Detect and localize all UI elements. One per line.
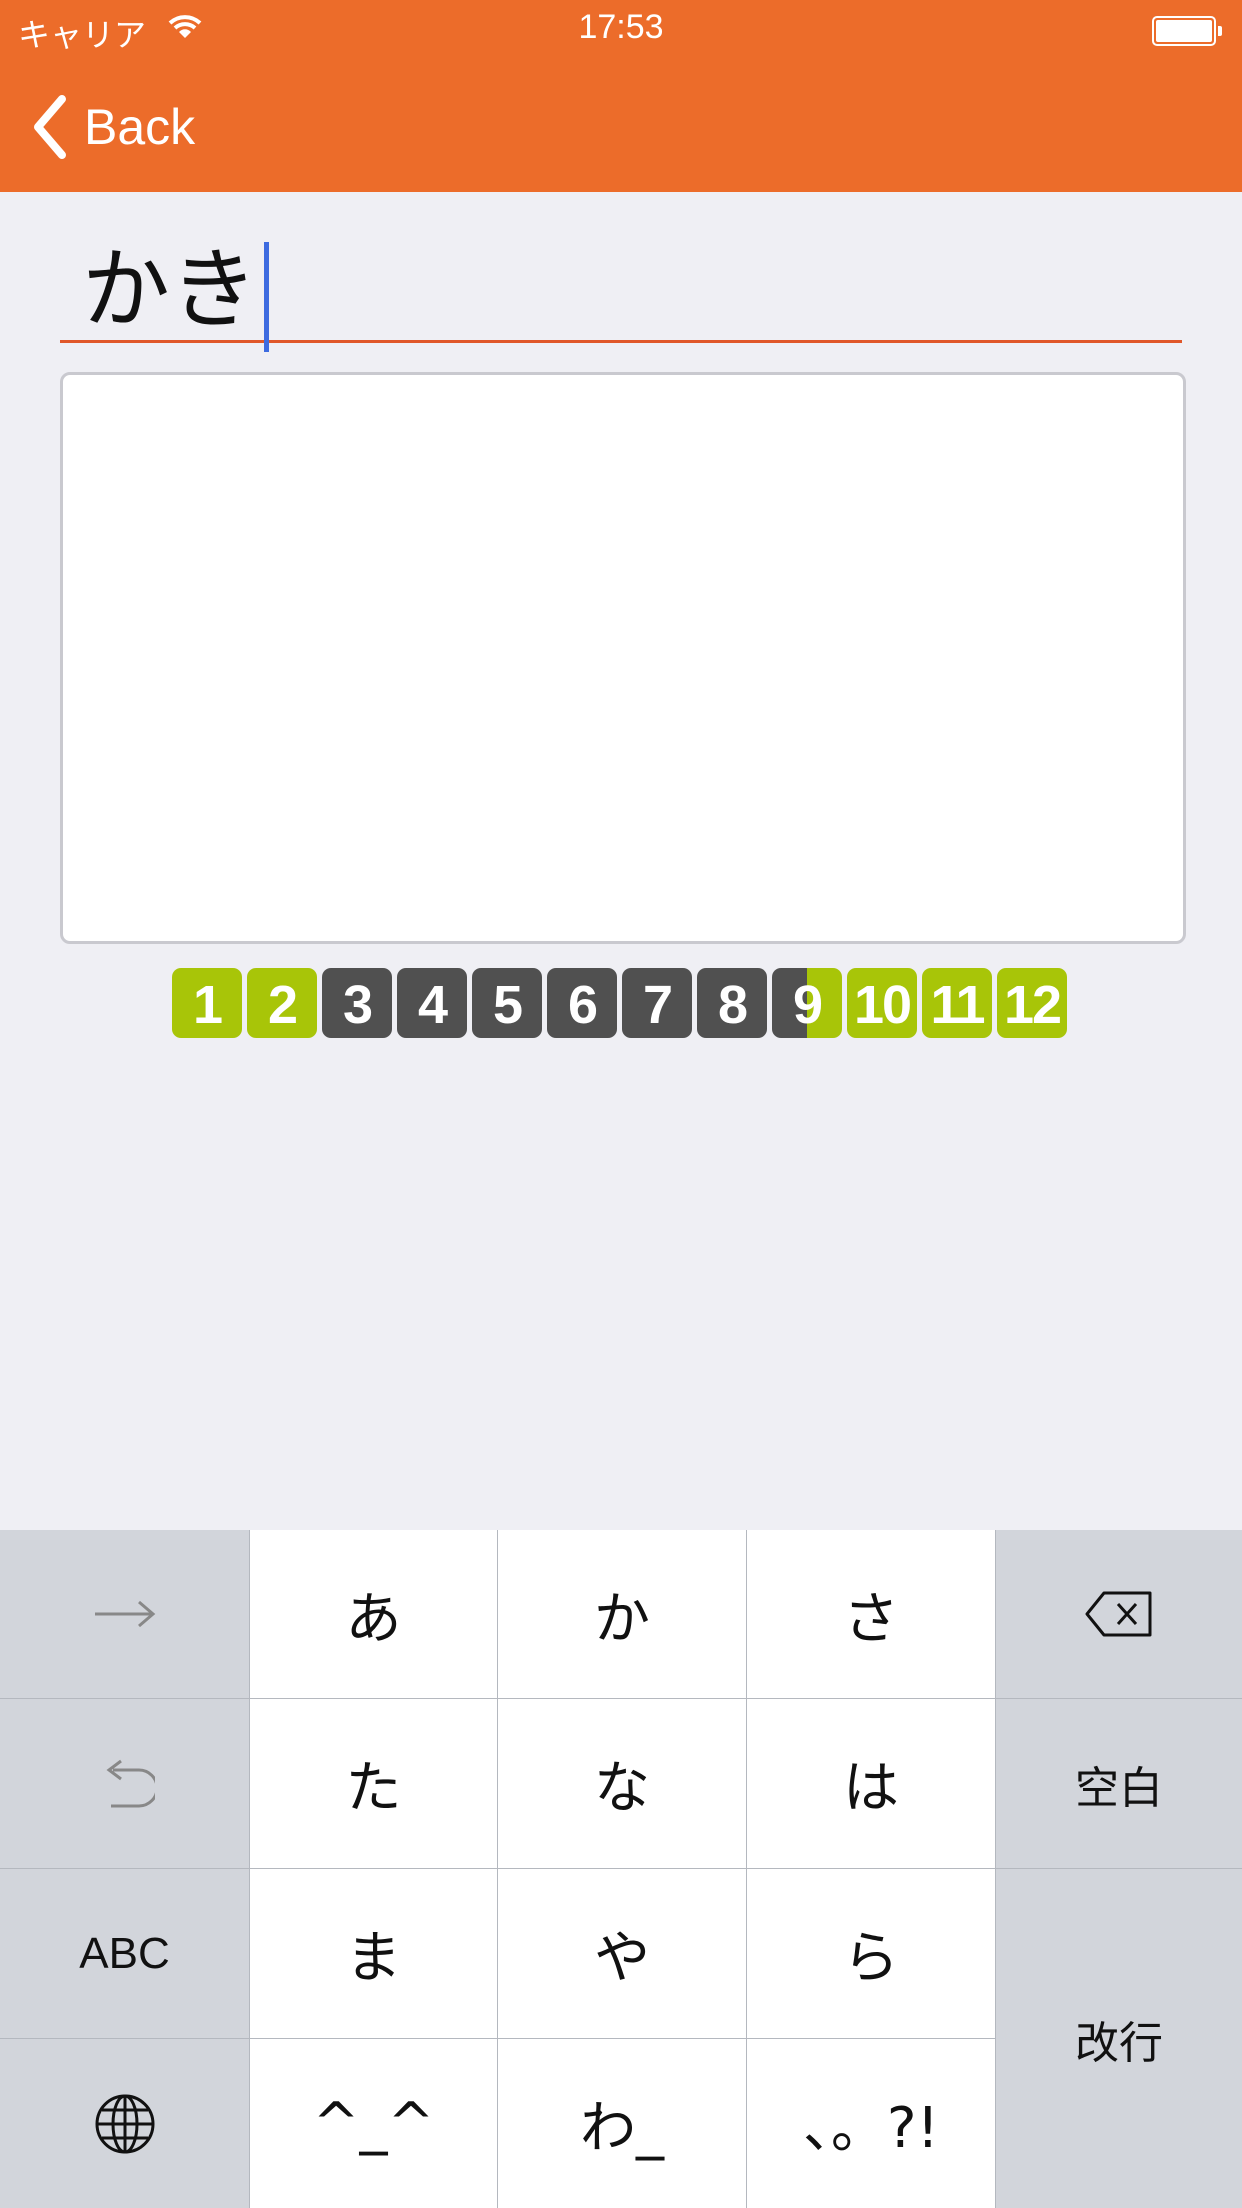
next-candidate-key[interactable] [0, 1530, 249, 1698]
undo-icon [106, 1759, 155, 1807]
progress-number-12: 12 [997, 968, 1067, 1038]
status-time: 17:53 [578, 8, 664, 46]
battery-icon [1152, 16, 1222, 46]
navigation-bar: キャリア 17:53 Back [0, 0, 1242, 192]
key-wa[interactable]: わ_ [498, 2039, 746, 2208]
answer-panel [60, 372, 1186, 944]
progress-number-8: 8 [697, 968, 767, 1038]
key-ta[interactable]: た [250, 1699, 497, 1868]
undo-key[interactable] [0, 1699, 249, 1868]
back-label: Back [84, 99, 196, 155]
key-ka[interactable]: か [498, 1530, 746, 1698]
abc-key[interactable]: ABC [0, 1869, 249, 2038]
key-emoticon[interactable]: ^_^ [250, 2039, 497, 2208]
progress-number-3: 3 [322, 968, 392, 1038]
progress-number-9: 9 [772, 968, 842, 1038]
arrow-right-icon [94, 1600, 155, 1628]
key-punctuation[interactable]: 、。?! [747, 2039, 995, 2208]
progress-number-10: 10 [847, 968, 917, 1038]
progress-number-5: 5 [472, 968, 542, 1038]
answer-input[interactable]: かき [60, 230, 1182, 352]
backspace-icon [1085, 1591, 1152, 1637]
progress-number-11: 11 [922, 968, 992, 1038]
key-a[interactable]: あ [250, 1530, 497, 1698]
text-caret [264, 242, 270, 352]
key-sa[interactable]: さ [747, 1530, 995, 1698]
key-ra[interactable]: ら [747, 1869, 995, 2038]
back-button[interactable]: Back [30, 92, 195, 162]
progress-number-1: 1 [172, 968, 242, 1038]
return-key[interactable]: 改行 [996, 1869, 1242, 2208]
progress-number-6: 6 [547, 968, 617, 1038]
progress-number-4: 4 [397, 968, 467, 1038]
progress-number-2: 2 [247, 968, 317, 1038]
chevron-left-icon [34, 95, 66, 159]
key-na[interactable]: な [498, 1699, 746, 1868]
keyboard: あ か さ た な は 空白 ABC ま や ら 改行 ^_^ わ_ 、。?! [0, 1530, 1242, 2208]
space-key[interactable]: 空白 [996, 1699, 1242, 1868]
globe-icon [95, 2094, 154, 2153]
progress-numbers: 1 2 3 4 5 6 7 8 9 10 11 12 [172, 968, 1072, 1038]
status-bar: キャリア 17:53 [0, 0, 1242, 60]
globe-key[interactable] [0, 2039, 249, 2208]
key-ma[interactable]: ま [250, 1869, 497, 2038]
answer-input-value: かき [82, 238, 259, 341]
delete-key[interactable] [996, 1530, 1242, 1698]
key-ya[interactable]: や [498, 1869, 746, 2038]
key-ha[interactable]: は [747, 1699, 995, 1868]
progress-number-7: 7 [622, 968, 692, 1038]
